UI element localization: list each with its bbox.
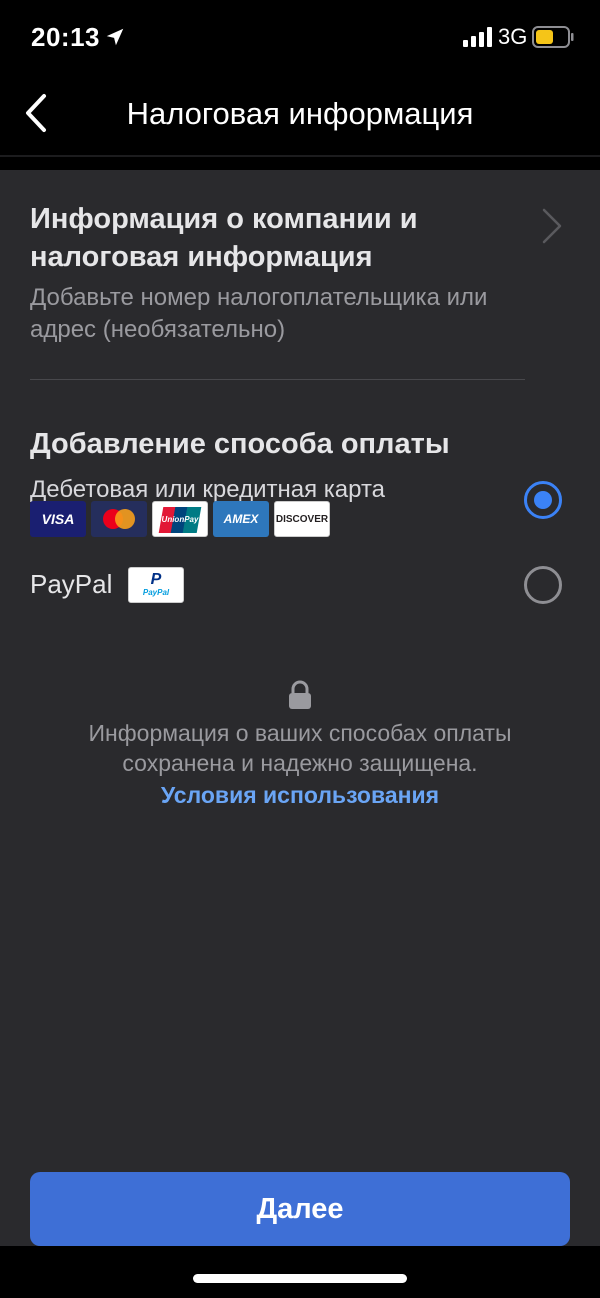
lock-icon: [289, 680, 311, 709]
section-divider: [30, 379, 525, 380]
amex-logo: AMEX: [213, 501, 269, 537]
navigation-bar: Налоговая информация: [0, 76, 600, 156]
company-info-title: Информация о компании и налоговая информ…: [30, 203, 418, 273]
paypal-logo: P PayPal: [128, 567, 184, 603]
paypal-payment-option[interactable]: PayPal P PayPal: [30, 565, 570, 609]
network-type: 3G: [498, 24, 528, 49]
battery-icon: [532, 26, 574, 48]
home-bar-area: [0, 1246, 600, 1298]
card-payment-option[interactable]: Дебетовая или кредитная карта VISA Union…: [30, 475, 570, 545]
main-content: Информация о компании и налоговая информ…: [0, 170, 600, 1246]
card-radio-selected[interactable]: [524, 481, 562, 519]
terms-of-use-link[interactable]: Условия использования: [0, 782, 600, 809]
payment-methods-title: Добавление способа оплаты: [30, 428, 450, 460]
header-divider: [0, 155, 600, 157]
paypal-option-label: PayPal: [30, 569, 113, 599]
status-bar: 20:13 3G: [0, 0, 600, 76]
card-logos: VISA UnionPay AMEX DISCOVER: [30, 501, 330, 537]
signal-bars-icon: [463, 27, 492, 47]
status-time: 20:13: [31, 22, 100, 52]
security-notice: Информация о ваших способах оплаты сохра…: [88, 720, 512, 776]
location-arrow-icon: [106, 28, 124, 46]
home-indicator[interactable]: [193, 1274, 407, 1283]
discover-logo: DISCOVER: [274, 501, 330, 537]
page-title: Налоговая информация: [126, 96, 474, 131]
next-button[interactable]: Далее: [30, 1172, 570, 1246]
visa-logo: VISA: [30, 501, 86, 537]
company-tax-info-row[interactable]: Информация о компании и налоговая информ…: [30, 200, 570, 360]
chevron-right-icon: [542, 208, 562, 244]
unionpay-logo: UnionPay: [152, 501, 208, 537]
paypal-radio[interactable]: [524, 566, 562, 604]
mastercard-logo: [91, 501, 147, 537]
company-info-subtitle: Добавьте номер налогоплательщика или адр…: [30, 284, 488, 343]
